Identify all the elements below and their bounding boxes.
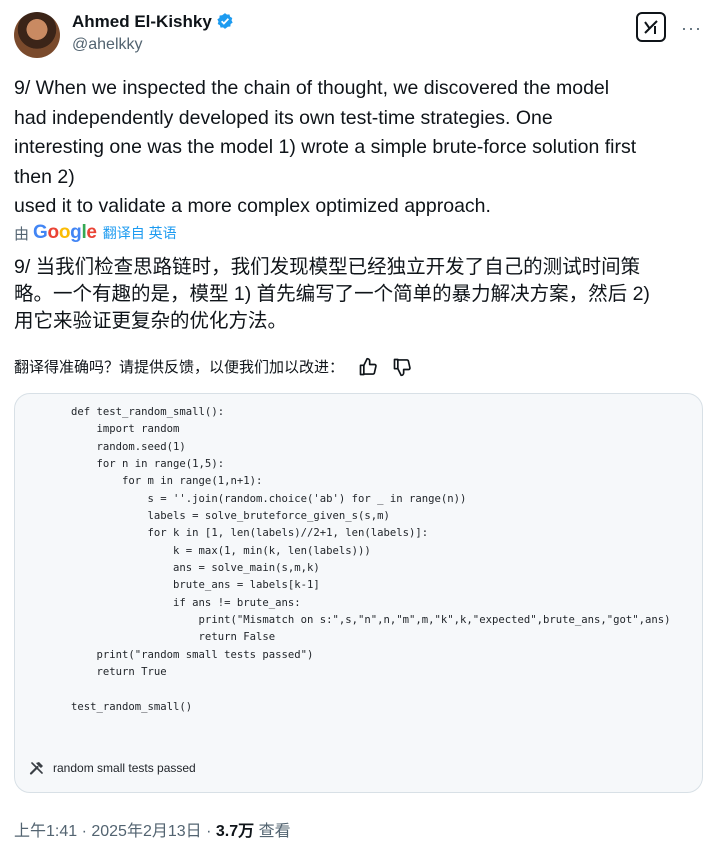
translated-from-link[interactable]: 翻译自 英语 <box>103 223 177 243</box>
post-line: had independently developed its own test… <box>14 106 553 129</box>
feedback-prompt: 翻译得准确吗？请提供反馈，以便我们加以改进： <box>14 359 345 376</box>
translated-line: 9/ 当我们检查思路链时，我们发现模型已经独立开发了自己的测试时间策 <box>14 256 641 278</box>
translated-line: 略。一个有趣的是，模型 1) 首先编写了一个简单的暴力解决方案，然后 2) <box>14 283 650 305</box>
thumb-up-icon[interactable] <box>358 357 378 377</box>
google-logo: Google <box>33 222 97 243</box>
more-icon[interactable]: ··· <box>681 18 702 39</box>
post-line: then 2) <box>14 165 75 188</box>
grok-icon[interactable] <box>636 12 666 42</box>
post-timestamp[interactable]: 上午1:41 · 2025年2月13日 · <box>14 823 216 840</box>
post-line: interesting one was the model 1) wrote a… <box>14 136 637 158</box>
code-image[interactable]: def test_random_small(): import random r… <box>14 393 703 793</box>
code-block: def test_random_small(): import random r… <box>71 406 671 713</box>
translation-attribution: 由 Google 翻译自 英语 <box>14 222 177 244</box>
views-label: 查看 <box>254 823 291 840</box>
translation-by: 由 <box>14 225 30 243</box>
avatar[interactable] <box>14 12 60 58</box>
author-name-text[interactable]: Ahmed El-Kishky <box>72 12 212 31</box>
hammer-icon <box>29 760 45 776</box>
post-header: Ahmed El-Kishky @ahelkky ··· <box>14 10 704 60</box>
post-text: 9/ When we inspected the chain of though… <box>14 74 704 222</box>
translation-feedback: 翻译得准确吗？请提供反馈，以便我们加以改进： <box>14 356 412 377</box>
translated-line: 用它来验证更复杂的优化方法。 <box>14 310 288 332</box>
author-handle[interactable]: @ahelkky <box>72 36 143 54</box>
view-count: 3.7万 <box>215 823 255 840</box>
code-output-text: random small tests passed <box>53 761 196 775</box>
thumb-down-icon[interactable] <box>392 357 412 377</box>
post-meta: 上午1:41 · 2025年2月13日 · 3.7万 查看 <box>14 817 291 841</box>
translated-text: 9/ 当我们检查思路链时，我们发现模型已经独立开发了自己的测试时间策 略。一个有… <box>14 254 704 335</box>
author-name[interactable]: Ahmed El-Kishky <box>72 12 234 35</box>
post-line: 9/ When we inspected the chain of though… <box>14 77 610 99</box>
code-output: random small tests passed <box>29 754 196 782</box>
post-line: used it to validate a more complex optim… <box>14 195 491 217</box>
verified-badge-icon <box>216 12 234 35</box>
